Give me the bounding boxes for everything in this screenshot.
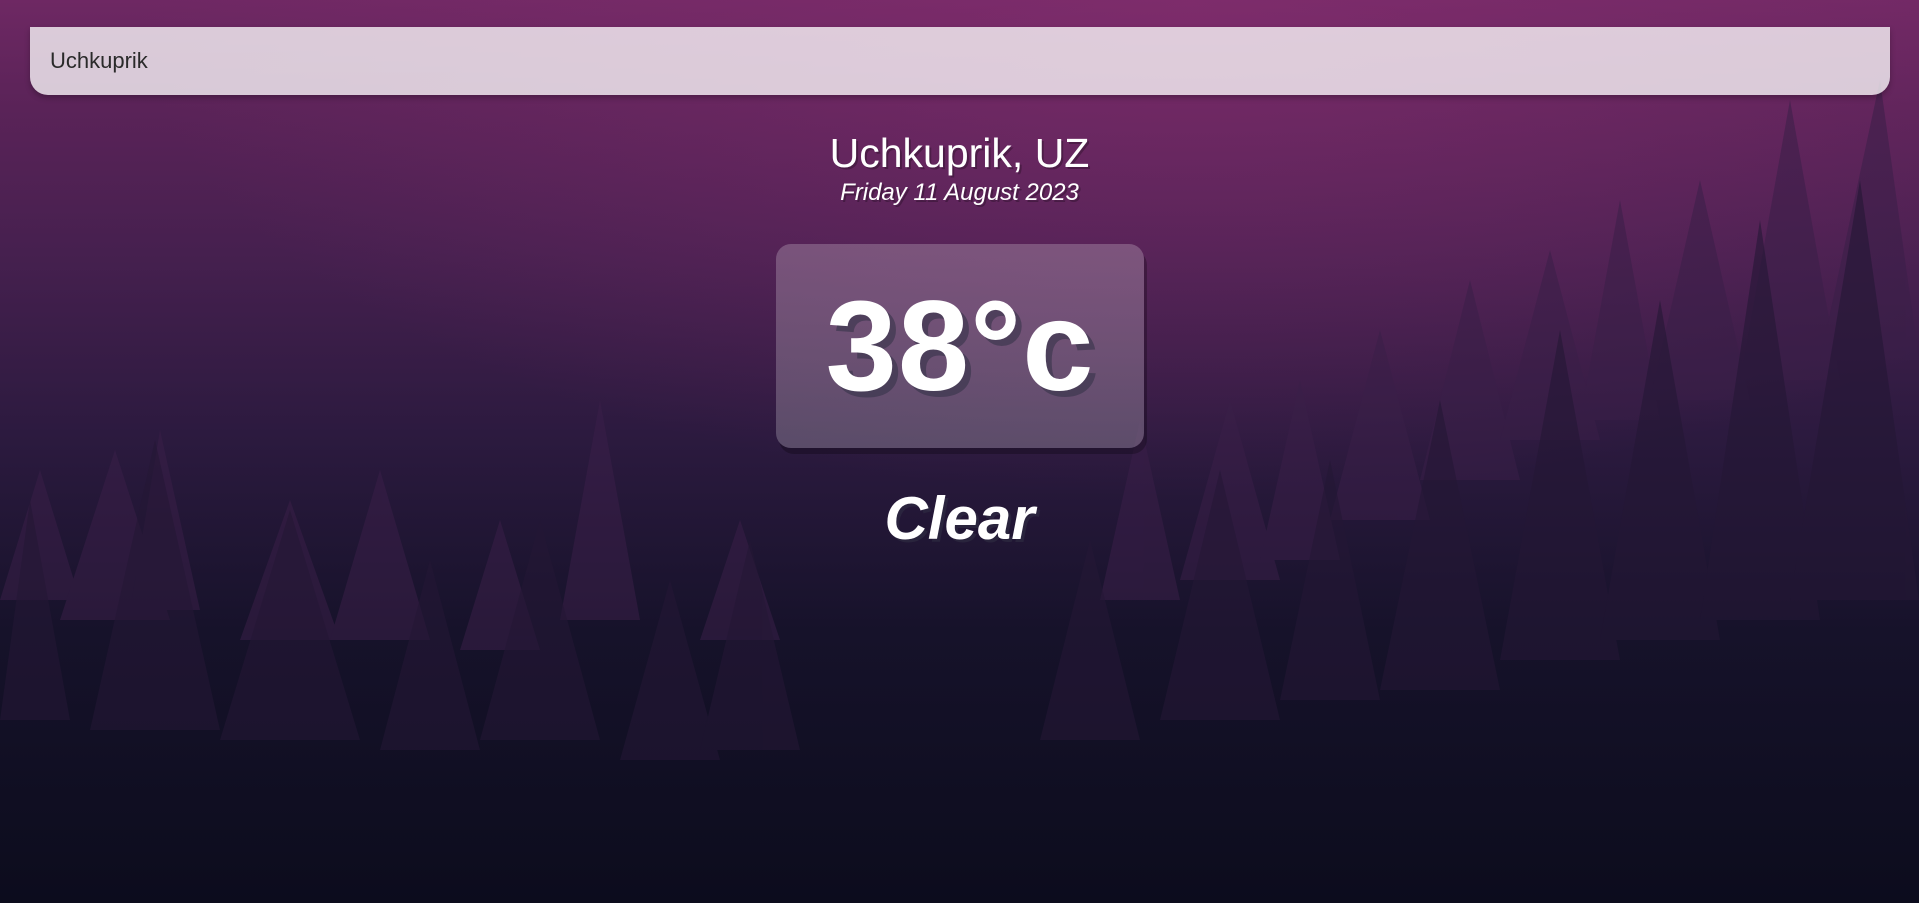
weather-condition: Clear: [884, 485, 1035, 552]
current-date: Friday 11 August 2023: [840, 179, 1079, 206]
search-input[interactable]: [30, 27, 1890, 95]
search-bar: [30, 27, 1890, 95]
location-box: Uchkuprik, UZ Friday 11 August 2023: [0, 128, 1919, 208]
temperature-box: 38°c: [776, 244, 1144, 448]
location-name: Uchkuprik, UZ: [829, 130, 1090, 176]
temperature-value: 38°c: [825, 274, 1095, 418]
